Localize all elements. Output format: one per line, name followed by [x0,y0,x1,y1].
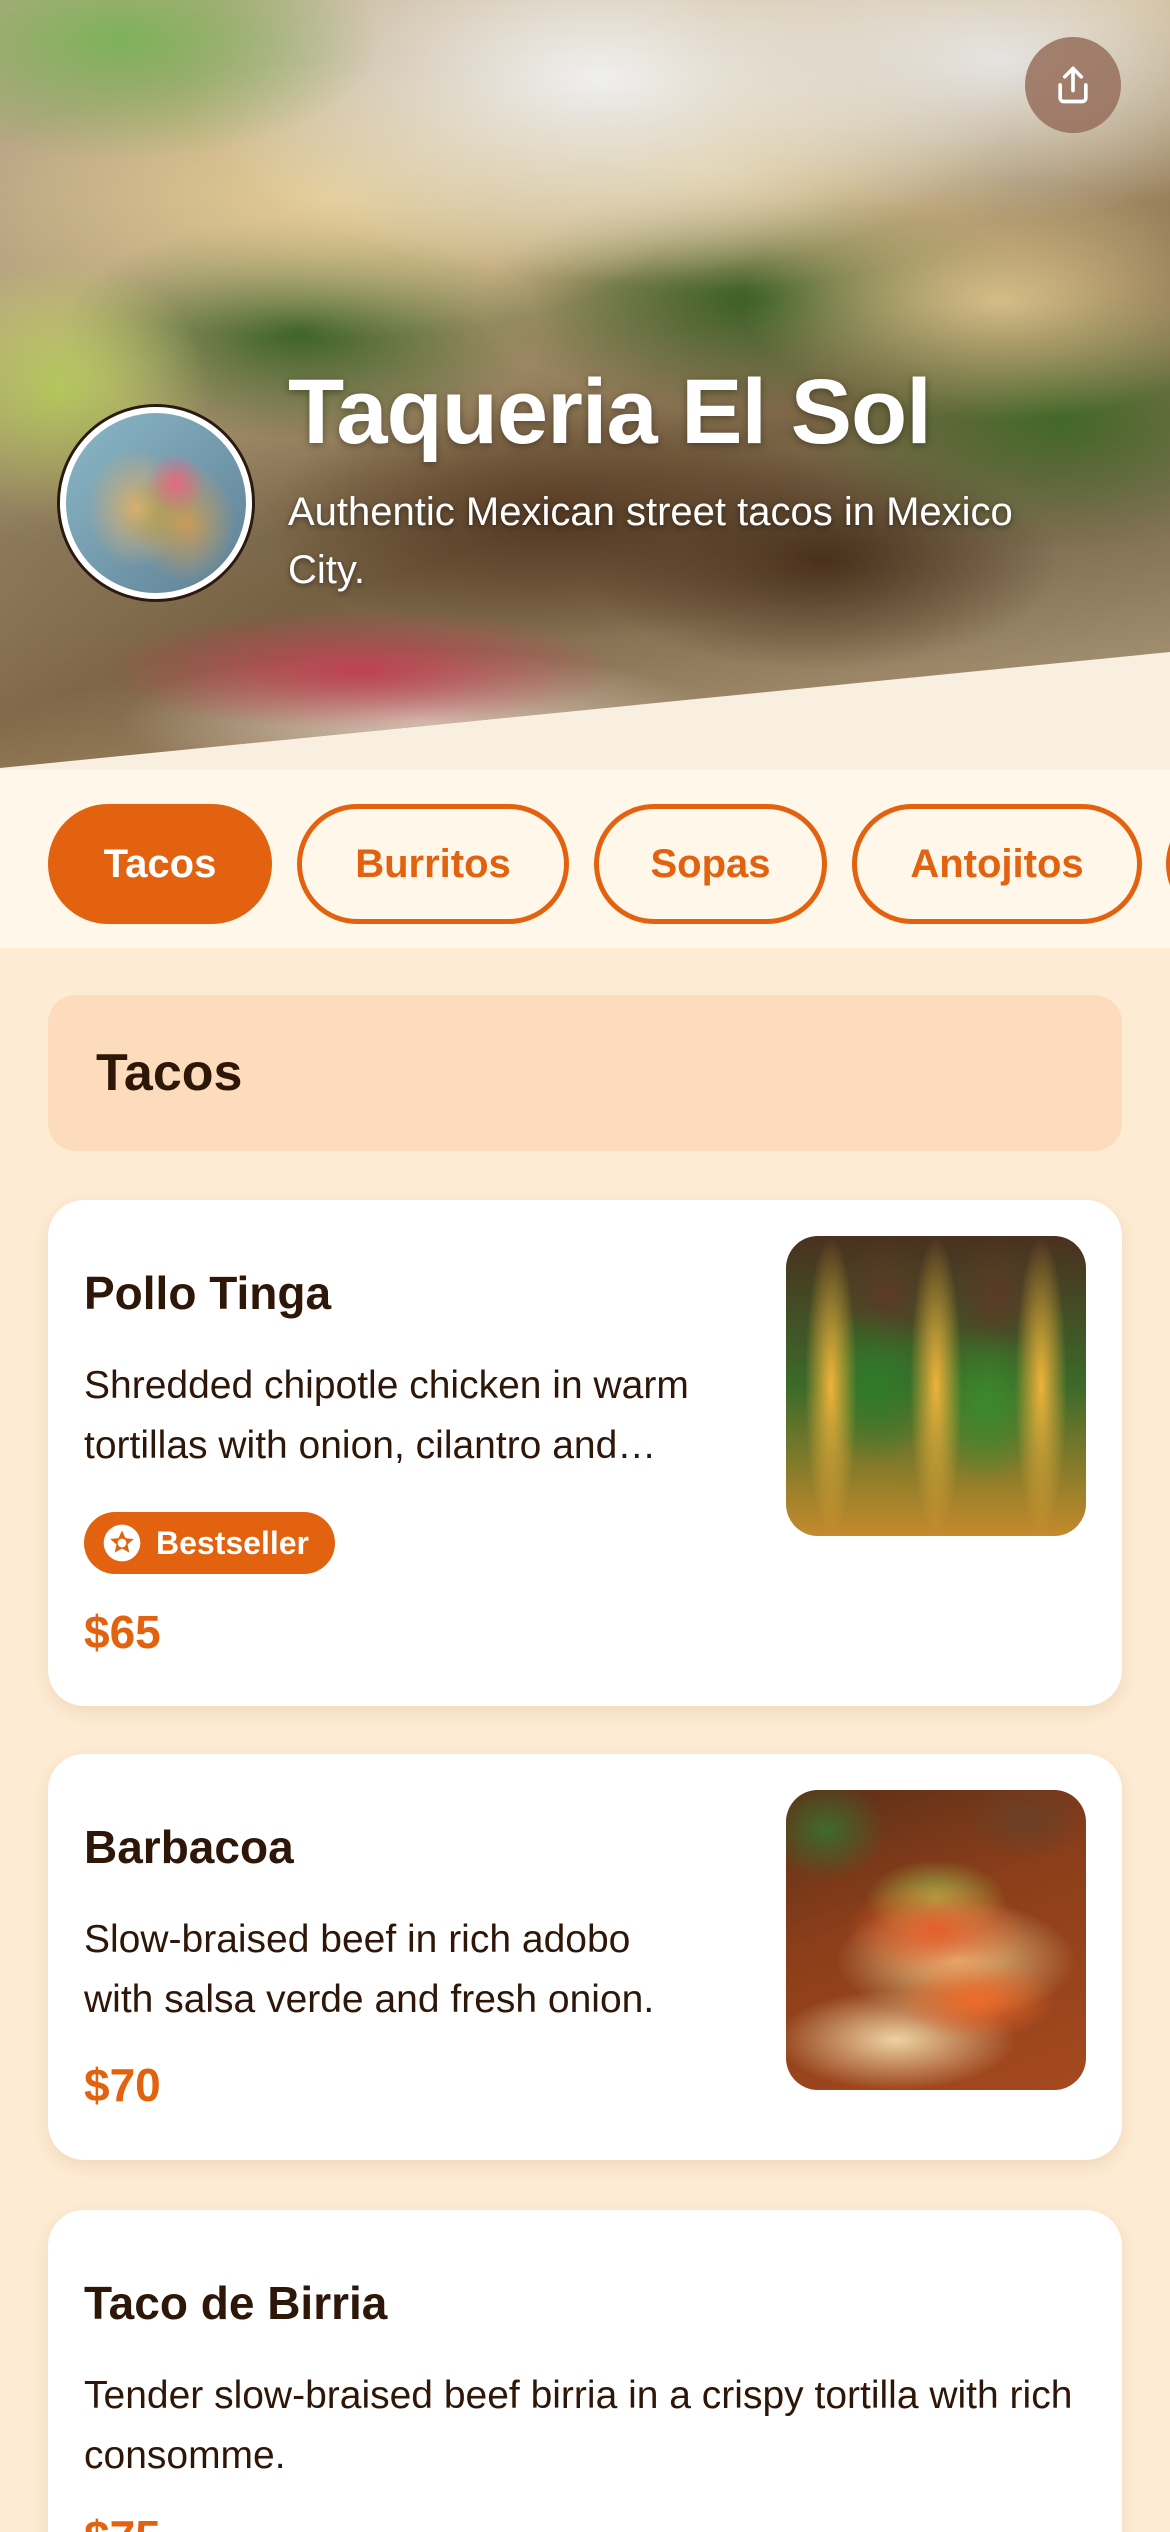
tab-burritos[interactable]: Burritos [297,804,569,924]
menu-item-description: Slow-braised beef in rich adobo with sal… [84,1918,655,2021]
menu-item-photo [786,1236,1086,1536]
menu-item-price: $65 [84,1606,161,1658]
menu-item-price: $70 [84,2059,161,2111]
menu-item-price: $75 [84,2510,161,2532]
restaurant-name: Taqueria El Sol [288,361,932,463]
bestseller-badge: Bestseller [84,1512,335,1574]
restaurant-logo [60,407,252,599]
star-badge-icon [103,1524,141,1562]
restaurant-description: Authentic Mexican street tacos in Mexico… [288,490,1013,592]
tab-tacos[interactable]: Tacos [48,804,272,924]
menu-item-photo [786,1790,1086,2090]
pollo-tinga-image [786,1236,1086,1536]
menu-item-card[interactable]: Taco de Birria Tender slow-braised beef … [48,2210,1122,2532]
hero-header: Taqueria El Sol Authentic Mexican street… [0,0,1170,770]
share-button[interactable] [1025,37,1121,133]
tab-sopas[interactable]: Sopas [594,804,827,924]
menu-item-card[interactable]: Barbacoa Slow-braised beef in rich adobo… [48,1754,1122,2160]
menu-item-description: Tender slow-braised beef birria in a cri… [84,2374,1073,2477]
menu-item-name: Taco de Birria [84,2277,388,2329]
badge-label: Bestseller [156,1524,309,1561]
menu-item-card[interactable]: Pollo Tinga Shredded chipotle chicken in… [48,1200,1122,1706]
barbacoa-image [786,1790,1086,2090]
menu-item-description: Shredded chipotle chicken in warm tortil… [84,1364,689,1467]
share-icon [1058,66,1088,104]
menu-item-name: Barbacoa [84,1821,294,1873]
section-header-tacos: Tacos [48,995,1122,1151]
tab-antojitos[interactable]: Antojitos [852,804,1142,924]
tab-more[interactable] [1166,804,1170,924]
category-tabs: Tacos Burritos Sopas Antojitos [0,770,1170,948]
menu-item-name: Pollo Tinga [84,1267,332,1319]
